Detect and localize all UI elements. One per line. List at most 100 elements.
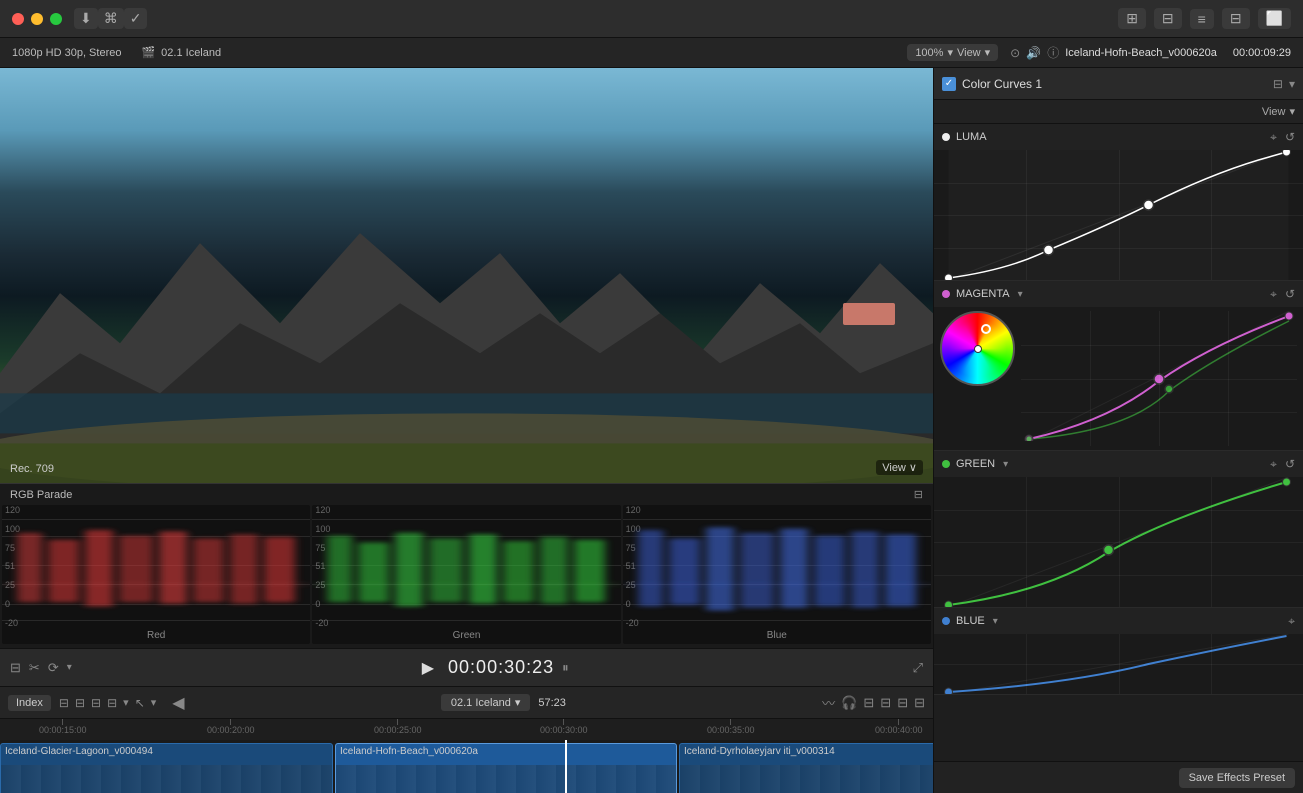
view-bar[interactable]: View ▾ [934, 100, 1303, 124]
timeline-controls: Index ⊟ ⊟ ⊟ ⊟ ▾ ↖ ▾ ◀ 02.1 Iceland ▾ 57:… [0, 686, 933, 718]
ruler-marks: 00:00:15:00 00:00:20:00 00:00:25:00 00:0… [2, 719, 931, 740]
scope-options-icon[interactable]: ⊟ [914, 488, 923, 501]
view-toggle-icon[interactable]: ⊟ [10, 660, 21, 676]
pause-button[interactable]: ⏸ [562, 660, 569, 676]
green-section: GREEN ▾ ⌖ ↺ [934, 451, 1303, 608]
panel-chevron[interactable]: ▾ [1289, 77, 1295, 91]
waveform-green [312, 505, 620, 644]
tl-icon-4[interactable]: ⊟ [107, 696, 117, 710]
playback-info: ⊙ 🔊 ⓘ Iceland-Hofn-Beach_v000620a [1010, 44, 1217, 61]
green-header: GREEN ▾ ⌖ ↺ [934, 451, 1303, 477]
layout-icon-5[interactable]: ⬜ [1258, 8, 1291, 29]
magenta-curve-area[interactable] [1021, 311, 1297, 446]
ruler-mark-1: 00:00:15:00 [39, 719, 87, 735]
video-frame [0, 68, 933, 483]
blue-header: BLUE ▾ ⌖ [934, 608, 1303, 634]
luma-curve-canvas[interactable] [934, 150, 1303, 280]
magenta-reset-icon[interactable]: ↺ [1285, 287, 1295, 302]
timecode-center: 00:00:30:23 [448, 657, 554, 678]
magenta-label: MAGENTA [956, 288, 1010, 300]
titlebar: ⬇ ⌘ ✓ ⊞ ⊟ ≡ ⊟ ⬜ [0, 0, 1303, 38]
scope-channel-green: 1201007551250-20 [312, 505, 620, 644]
timeline-ruler: 00:00:15:00 00:00:20:00 00:00:25:00 00:0… [0, 718, 933, 740]
magenta-header: MAGENTA ▾ ⌖ ↺ [934, 281, 1303, 307]
audio-wave-icon[interactable]: 〰 [822, 693, 835, 712]
maximize-button[interactable] [50, 13, 62, 25]
curves-container[interactable]: LUMA ⌖ ↺ [934, 124, 1303, 761]
magenta-icons: ⌖ ↺ [1270, 287, 1295, 302]
tl-icon-5[interactable]: ▾ [123, 696, 129, 709]
check-icon[interactable]: ✓ [124, 8, 148, 29]
effect-enable-checkbox[interactable]: ✓ [942, 77, 956, 91]
magenta-eyedropper-icon[interactable]: ⌖ [1270, 287, 1277, 302]
ruler-mark-6: 00:00:40:00 [875, 719, 923, 735]
timeline-timecode: 57:23 [538, 697, 566, 709]
layout-icon-4[interactable]: ⊟ [1222, 8, 1250, 29]
wheel-cursor[interactable] [981, 324, 991, 334]
blue-chevron[interactable]: ▾ [993, 616, 998, 627]
tl-icon-7[interactable]: ▾ [151, 696, 157, 709]
magenta-chevron[interactable]: ▾ [1018, 289, 1023, 300]
tool-icon[interactable]: ✂ [29, 660, 40, 676]
scope-label-red: Red [147, 630, 165, 641]
tl-right-icon-3[interactable]: ⊟ [863, 695, 874, 711]
key-icon[interactable]: ⌘ [98, 8, 124, 29]
clip-thumbnail-3 [680, 765, 933, 793]
clip-glacier-lagoon[interactable]: Iceland-Glacier-Lagoon_v000494 [0, 743, 333, 793]
minimize-button[interactable] [31, 13, 43, 25]
download-icon[interactable]: ⬇ [74, 8, 98, 29]
tl-right-icon-6[interactable]: ⊟ [914, 695, 925, 711]
clip-dyrholaey-1[interactable]: Iceland-Dyrholaeyjarv iti_v000314 [679, 743, 933, 793]
scope-area: RGB Parade ⊟ 1201007551250-20 [0, 483, 933, 648]
tl-icon-1[interactable]: ⊟ [59, 696, 69, 710]
luma-reset-icon[interactable]: ↺ [1285, 130, 1295, 145]
ruler-mark-4: 00:00:30:00 [540, 719, 588, 735]
layout-icon-1[interactable]: ⊞ [1118, 8, 1146, 29]
tl-icon-3[interactable]: ⊟ [91, 696, 101, 710]
view-toggle-button[interactable]: View ∨ [876, 460, 923, 475]
tl-icon-2[interactable]: ⊟ [75, 696, 85, 710]
fullscreen-button[interactable]: ⤢ [913, 660, 923, 676]
main-area: Rec. 709 View ∨ RGB Parade ⊟ 12010075512… [0, 68, 1303, 793]
clip-name-button[interactable]: 02.1 Iceland ▾ [441, 694, 530, 711]
video-preview: Rec. 709 View ∨ [0, 68, 933, 483]
clip-thumbnail-1 [1, 765, 332, 793]
green-curve-canvas[interactable] [934, 477, 1303, 607]
clip-hofn-beach[interactable]: Iceland-Hofn-Beach_v000620a [335, 743, 677, 793]
scope-channel-blue: 1201007551250-20 [623, 505, 931, 644]
index-button[interactable]: Index [8, 695, 51, 711]
speed-icon[interactable]: ⟳ [48, 660, 59, 676]
tl-right-icon-4[interactable]: ⊟ [880, 695, 891, 711]
filename-label: Iceland-Hofn-Beach_v000620a [1065, 47, 1217, 59]
titlebar-right: ⊞ ⊟ ≡ ⊟ ⬜ [1118, 8, 1291, 29]
green-eyedropper-icon[interactable]: ⌖ [1270, 457, 1277, 472]
timeline-tracks[interactable]: Iceland-Glacier-Lagoon_v000494 Iceland-H… [0, 740, 933, 793]
headphones-icon[interactable]: 🎧 [841, 695, 857, 711]
magenta-dot [942, 290, 950, 298]
save-effects-preset-button[interactable]: Save Effects Preset [1179, 768, 1295, 788]
luma-label: LUMA [956, 131, 987, 143]
panel-icon-1[interactable]: ⊟ [1273, 77, 1283, 91]
blue-curve-canvas[interactable] [934, 634, 1303, 694]
color-wheel[interactable] [940, 311, 1015, 386]
green-chevron[interactable]: ▾ [1003, 459, 1008, 470]
luma-eyedropper-icon[interactable]: ⌖ [1270, 130, 1277, 145]
tl-center: 02.1 Iceland ▾ 57:23 [441, 694, 566, 711]
waveform-red [2, 505, 310, 644]
tl-icon-6[interactable]: ↖ [135, 696, 145, 710]
layout-icon-3[interactable]: ≡ [1190, 9, 1214, 29]
left-panel: Rec. 709 View ∨ RGB Parade ⊟ 12010075512… [0, 68, 933, 793]
play-button[interactable]: ▶ [416, 656, 440, 680]
tl-right-icon-5[interactable]: ⊟ [897, 695, 908, 711]
scope-title: RGB Parade [10, 489, 72, 501]
close-button[interactable] [12, 13, 24, 25]
view-button[interactable]: 100% ▾ View ▾ [907, 44, 998, 61]
magenta-section: MAGENTA ▾ ⌖ ↺ [934, 281, 1303, 451]
clip-info: 🎬 02.1 Iceland [141, 46, 221, 59]
prev-clip-button[interactable]: ◀ [172, 693, 184, 713]
ruler-mark-5: 00:00:35:00 [707, 719, 755, 735]
blue-eyedropper-icon[interactable]: ⌖ [1288, 614, 1295, 629]
layout-icon-2[interactable]: ⊟ [1154, 8, 1182, 29]
green-reset-icon[interactable]: ↺ [1285, 457, 1295, 472]
clip-icon: 🎬 [141, 46, 155, 59]
